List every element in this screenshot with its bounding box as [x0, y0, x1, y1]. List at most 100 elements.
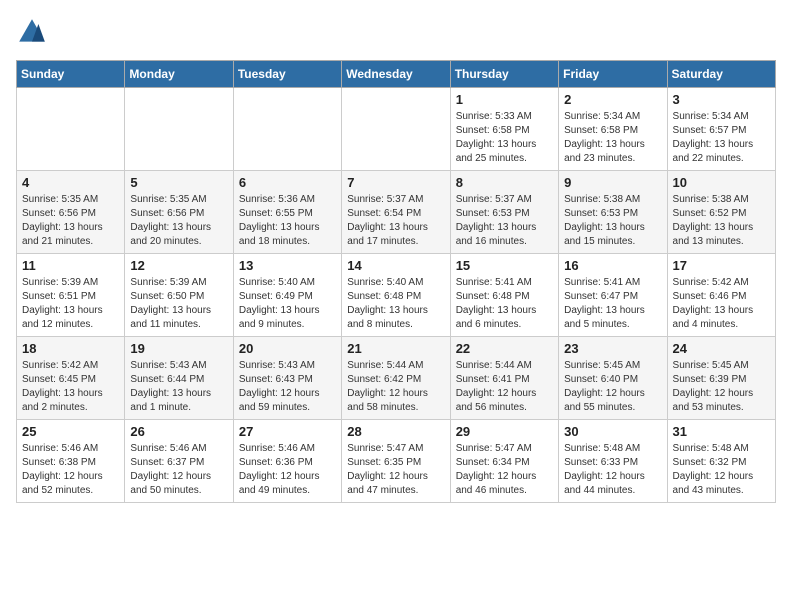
day-cell: 18 Sunrise: 5:42 AM Sunset: 6:45 PM Dayli… [17, 337, 125, 420]
day-info: Sunrise: 5:41 AM Sunset: 6:48 PM Dayligh… [456, 276, 553, 332]
day-cell: 27Sunrise: 5:46 AM Sunset: 6:36 PM Dayli… [233, 420, 341, 503]
day-cell: 2 Sunrise: 5:34 AM Sunset: 6:58 PM Daylig… [559, 88, 667, 171]
day-info: Sunrise: 5:45 AM Sunset: 6:40 PM Dayligh… [564, 359, 661, 415]
calendar-body: 1 Sunrise: 5:33 AM Sunset: 6:58 PM Daylig… [17, 88, 776, 503]
day-cell [342, 88, 450, 171]
day-number: 23 [564, 341, 661, 356]
day-info: Sunrise: 5:38 AM Sunset: 6:53 PM Dayligh… [564, 193, 661, 249]
day-cell: 17 Sunrise: 5:42 AM Sunset: 6:46 PM Dayli… [667, 254, 775, 337]
week-row-4: 18 Sunrise: 5:42 AM Sunset: 6:45 PM Dayli… [17, 337, 776, 420]
day-info: Sunrise: 5:35 AM Sunset: 6:56 PM Dayligh… [22, 193, 119, 249]
day-cell: 5 Sunrise: 5:35 AM Sunset: 6:56 PM Daylig… [125, 171, 233, 254]
day-cell: 26Sunrise: 5:46 AM Sunset: 6:37 PM Dayli… [125, 420, 233, 503]
day-cell: 28Sunrise: 5:47 AM Sunset: 6:35 PM Dayli… [342, 420, 450, 503]
day-header-friday: Friday [559, 61, 667, 88]
day-header-thursday: Thursday [450, 61, 558, 88]
day-number: 3 [673, 92, 770, 107]
day-cell: 19 Sunrise: 5:43 AM Sunset: 6:44 PM Dayli… [125, 337, 233, 420]
day-number: 29 [456, 424, 553, 439]
day-cell: 4 Sunrise: 5:35 AM Sunset: 6:56 PM Daylig… [17, 171, 125, 254]
day-cell: 8 Sunrise: 5:37 AM Sunset: 6:53 PM Daylig… [450, 171, 558, 254]
day-number: 11 [22, 258, 119, 273]
day-number: 28 [347, 424, 444, 439]
logo [16, 16, 52, 48]
day-cell: 23 Sunrise: 5:45 AM Sunset: 6:40 PM Dayli… [559, 337, 667, 420]
day-header-saturday: Saturday [667, 61, 775, 88]
day-header-tuesday: Tuesday [233, 61, 341, 88]
calendar-header: SundayMondayTuesdayWednesdayThursdayFrid… [17, 61, 776, 88]
day-number: 2 [564, 92, 661, 107]
day-info: Sunrise: 5:48 AM Sunset: 6:32 PM Dayligh… [673, 442, 770, 498]
day-number: 19 [130, 341, 227, 356]
day-info: Sunrise: 5:47 AM Sunset: 6:34 PM Dayligh… [456, 442, 553, 498]
day-header-sunday: Sunday [17, 61, 125, 88]
day-info: Sunrise: 5:44 AM Sunset: 6:42 PM Dayligh… [347, 359, 444, 415]
day-info: Sunrise: 5:44 AM Sunset: 6:41 PM Dayligh… [456, 359, 553, 415]
day-info: Sunrise: 5:37 AM Sunset: 6:53 PM Dayligh… [456, 193, 553, 249]
day-cell: 7 Sunrise: 5:37 AM Sunset: 6:54 PM Daylig… [342, 171, 450, 254]
day-number: 8 [456, 175, 553, 190]
day-number: 5 [130, 175, 227, 190]
day-cell: 16 Sunrise: 5:41 AM Sunset: 6:47 PM Dayli… [559, 254, 667, 337]
calendar: SundayMondayTuesdayWednesdayThursdayFrid… [16, 60, 776, 503]
day-info: Sunrise: 5:43 AM Sunset: 6:44 PM Dayligh… [130, 359, 227, 415]
day-info: Sunrise: 5:43 AM Sunset: 6:43 PM Dayligh… [239, 359, 336, 415]
day-number: 9 [564, 175, 661, 190]
day-number: 1 [456, 92, 553, 107]
day-info: Sunrise: 5:33 AM Sunset: 6:58 PM Dayligh… [456, 110, 553, 166]
day-number: 17 [673, 258, 770, 273]
day-number: 14 [347, 258, 444, 273]
day-number: 16 [564, 258, 661, 273]
day-cell: 3 Sunrise: 5:34 AM Sunset: 6:57 PM Daylig… [667, 88, 775, 171]
day-info: Sunrise: 5:40 AM Sunset: 6:49 PM Dayligh… [239, 276, 336, 332]
day-cell: 24 Sunrise: 5:45 AM Sunset: 6:39 PM Dayli… [667, 337, 775, 420]
day-info: Sunrise: 5:39 AM Sunset: 6:50 PM Dayligh… [130, 276, 227, 332]
day-info: Sunrise: 5:34 AM Sunset: 6:58 PM Dayligh… [564, 110, 661, 166]
day-cell: 29 Sunrise: 5:47 AM Sunset: 6:34 PM Dayli… [450, 420, 558, 503]
day-info: Sunrise: 5:48 AM Sunset: 6:33 PM Dayligh… [564, 442, 661, 498]
day-cell: 20 Sunrise: 5:43 AM Sunset: 6:43 PM Dayli… [233, 337, 341, 420]
day-info: Sunrise: 5:42 AM Sunset: 6:45 PM Dayligh… [22, 359, 119, 415]
day-number: 4 [22, 175, 119, 190]
week-row-2: 4 Sunrise: 5:35 AM Sunset: 6:56 PM Daylig… [17, 171, 776, 254]
day-info: Sunrise: 5:40 AM Sunset: 6:48 PM Dayligh… [347, 276, 444, 332]
day-info: Sunrise: 5:39 AM Sunset: 6:51 PM Dayligh… [22, 276, 119, 332]
day-number: 22 [456, 341, 553, 356]
day-number: 13 [239, 258, 336, 273]
day-info: Sunrise: 5:36 AM Sunset: 6:55 PM Dayligh… [239, 193, 336, 249]
day-cell: 25Sunrise: 5:46 AM Sunset: 6:38 PM Dayli… [17, 420, 125, 503]
day-number: 7 [347, 175, 444, 190]
day-cell: 1 Sunrise: 5:33 AM Sunset: 6:58 PM Daylig… [450, 88, 558, 171]
day-number: 30 [564, 424, 661, 439]
day-cell: 13 Sunrise: 5:40 AM Sunset: 6:49 PM Dayli… [233, 254, 341, 337]
day-cell: 12 Sunrise: 5:39 AM Sunset: 6:50 PM Dayli… [125, 254, 233, 337]
day-number: 18 [22, 341, 119, 356]
day-cell: 15 Sunrise: 5:41 AM Sunset: 6:48 PM Dayli… [450, 254, 558, 337]
day-info: Sunrise: 5:41 AM Sunset: 6:47 PM Dayligh… [564, 276, 661, 332]
day-cell: 21 Sunrise: 5:44 AM Sunset: 6:42 PM Dayli… [342, 337, 450, 420]
day-number: 20 [239, 341, 336, 356]
day-number: 31 [673, 424, 770, 439]
day-number: 6 [239, 175, 336, 190]
day-cell [125, 88, 233, 171]
day-cell [233, 88, 341, 171]
day-info: Sunrise: 5:37 AM Sunset: 6:54 PM Dayligh… [347, 193, 444, 249]
day-number: 10 [673, 175, 770, 190]
day-info: Sunrise: 5:42 AM Sunset: 6:46 PM Dayligh… [673, 276, 770, 332]
day-info: Sunrise: 5:34 AM Sunset: 6:57 PM Dayligh… [673, 110, 770, 166]
day-cell: 10 Sunrise: 5:38 AM Sunset: 6:52 PM Dayli… [667, 171, 775, 254]
day-info: Sunrise: 5:35 AM Sunset: 6:56 PM Dayligh… [130, 193, 227, 249]
day-cell: 6 Sunrise: 5:36 AM Sunset: 6:55 PM Daylig… [233, 171, 341, 254]
day-info: Sunrise: 5:38 AM Sunset: 6:52 PM Dayligh… [673, 193, 770, 249]
header [16, 16, 776, 48]
week-row-5: 25Sunrise: 5:46 AM Sunset: 6:38 PM Dayli… [17, 420, 776, 503]
day-number: 15 [456, 258, 553, 273]
week-row-3: 11 Sunrise: 5:39 AM Sunset: 6:51 PM Dayli… [17, 254, 776, 337]
day-number: 12 [130, 258, 227, 273]
day-header-wednesday: Wednesday [342, 61, 450, 88]
day-info: Sunrise: 5:46 AM Sunset: 6:38 PM Dayligh… [22, 442, 119, 498]
day-info: Sunrise: 5:45 AM Sunset: 6:39 PM Dayligh… [673, 359, 770, 415]
day-number: 21 [347, 341, 444, 356]
day-cell: 14 Sunrise: 5:40 AM Sunset: 6:48 PM Dayli… [342, 254, 450, 337]
day-number: 24 [673, 341, 770, 356]
